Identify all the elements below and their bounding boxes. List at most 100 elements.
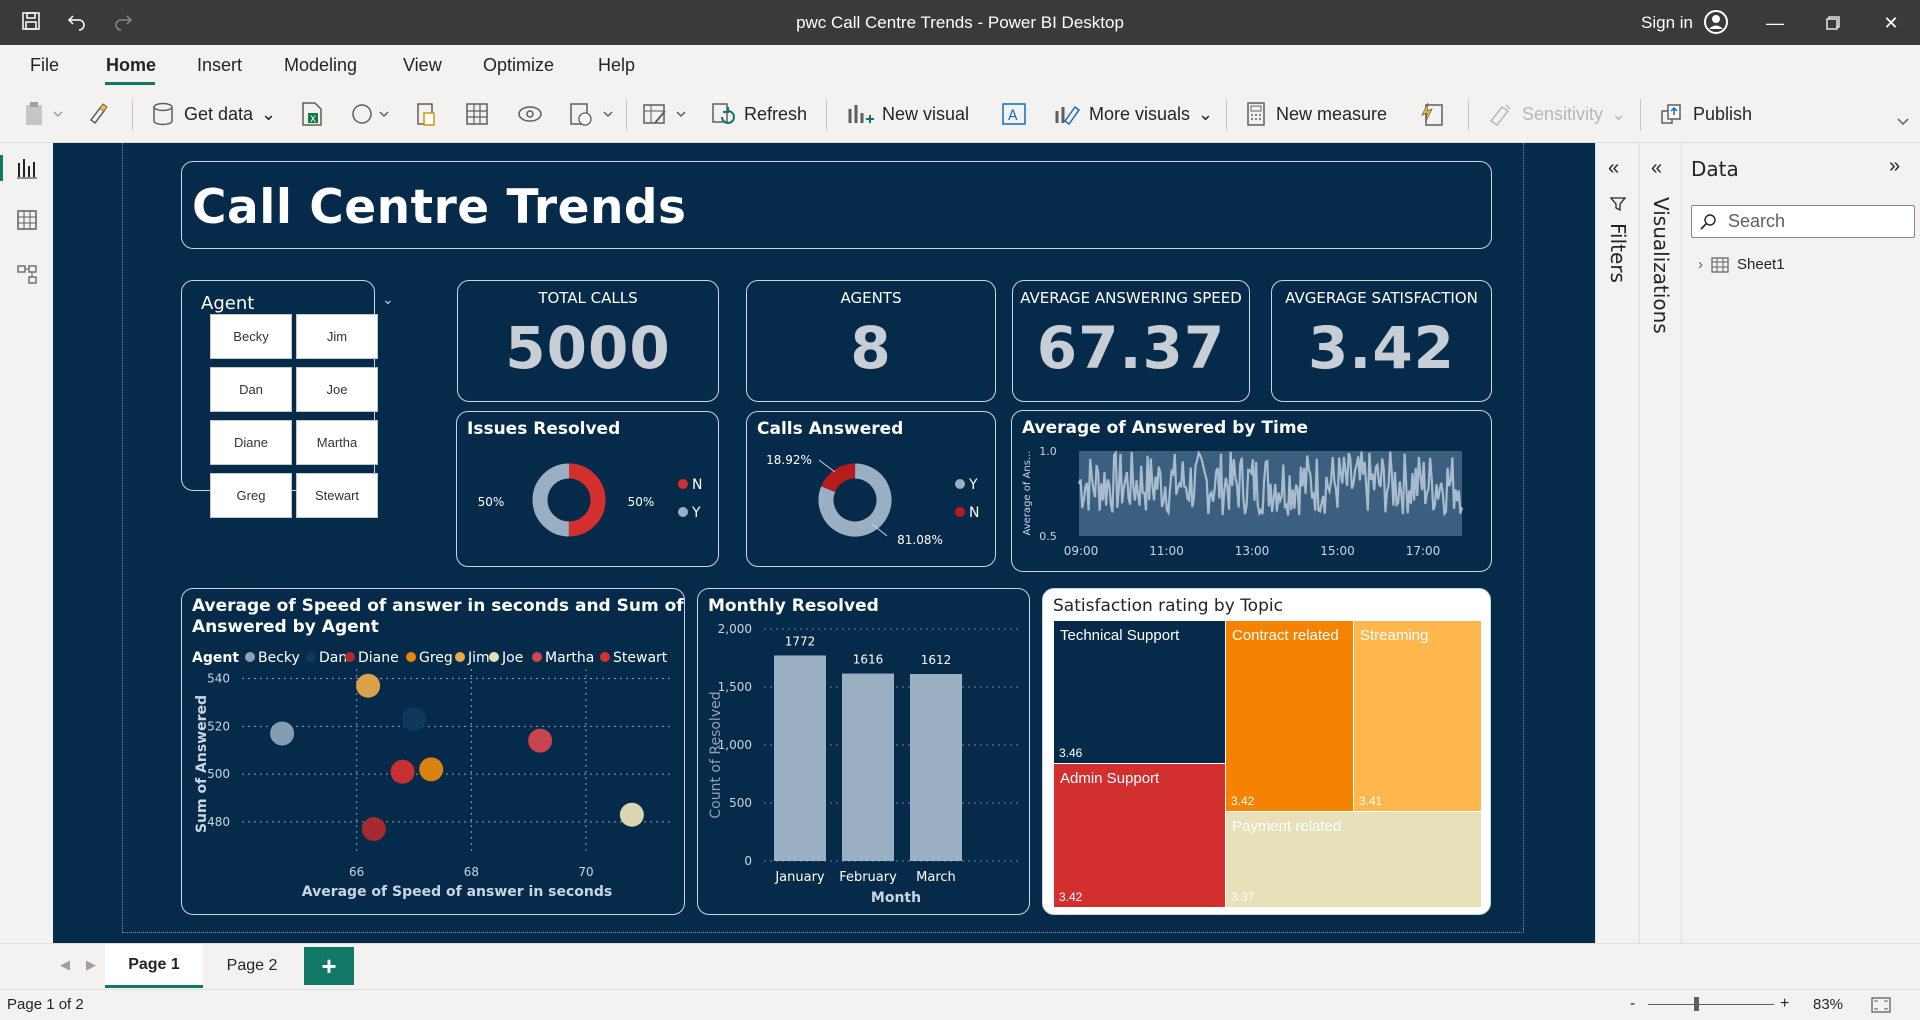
svg-text:X: X [310,115,316,125]
tab-page-2[interactable]: Page 2 [207,944,297,988]
format-painter-icon[interactable] [86,99,110,129]
menu-insert[interactable]: Insert [197,55,242,76]
slicer-item-joe[interactable]: Joe [296,367,378,412]
zoom-in-button[interactable]: + [1780,995,1789,1013]
slicer-item-jim[interactable]: Jim [296,314,378,359]
sign-in-link[interactable]: Sign in [1641,13,1693,33]
legend-item: Greg [419,650,453,666]
search-icon [1700,214,1716,230]
dataflow-icon[interactable] [516,99,544,129]
menu-home[interactable]: Home [106,55,156,76]
zoom-slider[interactable] [1648,1004,1774,1005]
treemap-label: Payment related [1232,818,1342,835]
new-visual-button[interactable]: New visual [846,99,969,129]
legend-marker [955,507,965,517]
more-visuals-button[interactable]: More visuals ⌄ [1053,99,1213,129]
refresh-label: Refresh [744,103,808,124]
new-measure-button[interactable]: New measure [1244,99,1387,129]
refresh-button[interactable]: Refresh [710,99,807,129]
speed-vs-answered-chart[interactable]: Average of Speed of answer in seconds an… [181,588,685,915]
data-table-item[interactable]: › Sheet1 [1698,256,1785,273]
scroll-right-icon[interactable]: ▶ [86,957,96,973]
satisfaction-by-topic-chart[interactable]: Satisfaction rating by Topic Technical S… [1042,588,1491,915]
menu-view[interactable]: View [403,55,442,76]
menu-help[interactable]: Help [598,55,635,76]
legend-marker [245,652,255,662]
menu-optimize[interactable]: Optimize [483,55,554,76]
restore-icon[interactable] [1808,8,1858,38]
quick-measure-icon[interactable] [1420,99,1446,129]
get-data-button[interactable]: Get data ⌄ [150,99,276,129]
chevron-right-icon[interactable]: › [1698,256,1703,273]
slicer-item-stewart[interactable]: Stewart [296,473,378,518]
text-box-icon[interactable]: A [1001,99,1027,129]
onelake-hub-icon[interactable] [350,99,390,129]
kpi-average-answering-speed[interactable]: AVERAGE ANSWERING SPEED 67.37 [1012,280,1250,402]
legend-item: Joe [501,650,523,666]
slicer-item-martha[interactable]: Martha [296,420,378,465]
menu-file[interactable]: File [30,55,59,76]
collapse-data-icon[interactable]: » [1889,155,1900,178]
x-tick-label: March [916,870,956,885]
transform-data-button[interactable] [641,99,689,129]
x-tick-label: 70 [578,865,593,879]
treemap-tile[interactable]: Technical Support 3.46 [1054,621,1225,763]
treemap-tile[interactable]: Admin Support 3.42 [1054,764,1225,907]
kpi-total-calls[interactable]: TOTAL CALLS 5000 [457,280,719,402]
treemap-value: 3.46 [1059,746,1083,760]
close-icon[interactable]: ✕ [1866,8,1916,38]
filters-pane-label: Filters [1606,223,1630,283]
monthly-resolved-chart[interactable]: Monthly Resolved 0 500 1,000 1,500 2,000 1772… [697,588,1030,915]
legend-item: Martha [545,650,594,666]
zoom-slider-thumb[interactable] [1694,997,1699,1011]
slicer-item-becky[interactable]: Becky [210,314,292,359]
treemap-tile[interactable]: Contract related 3.42 [1226,621,1353,811]
window-title: pwc Call Centre Trends - Power BI Deskto… [796,13,1124,32]
y-tick-label: 500 [207,767,230,781]
scroll-left-icon[interactable]: ◀ [60,957,70,973]
chevron-down-icon: ⌄ [1198,103,1214,124]
zoom-out-button[interactable]: - [1630,995,1635,1013]
treemap-tile[interactable]: Streaming 3.41 [1354,621,1481,811]
tab-page-1[interactable]: Page 1 [105,944,203,988]
slicer-item-diane[interactable]: Diane [210,420,292,465]
calls-answered-chart[interactable]: Calls Answered 18.92% 81.08% Y N [746,411,996,567]
enter-data-icon[interactable] [464,99,490,129]
treemap-tile[interactable]: Payment related 3.37 [1226,812,1481,907]
svg-text:A: A [1008,108,1018,124]
collapse-visualizations-icon[interactable]: « [1651,157,1662,180]
publish-button[interactable]: Publish [1659,99,1752,129]
model-view-icon[interactable] [14,261,40,287]
excel-icon[interactable]: X [300,99,324,129]
sensitivity-button[interactable]: Sensitivity ⌄ [1488,99,1626,129]
table-view-icon[interactable] [14,207,40,233]
visualizations-pane[interactable]: « Visualizations [1639,143,1681,943]
slicer-item-greg[interactable]: Greg [210,473,292,518]
account-icon[interactable] [1703,9,1729,35]
x-tick-label: January [774,870,825,885]
paste-button[interactable] [24,99,64,129]
minimize-icon[interactable]: — [1750,8,1800,38]
menu-modeling[interactable]: Modeling [284,55,357,76]
y-tick-label: 1.0 [1039,445,1057,458]
dataverse-icon[interactable] [414,99,438,129]
report-view-icon[interactable] [14,155,40,181]
issues-resolved-chart[interactable]: Issues Resolved 50% 50% N Y [456,411,719,567]
collapse-ribbon-icon[interactable] [1896,107,1910,137]
legend-item: N [969,505,979,521]
kpi-value: 8 [850,314,892,382]
satisfaction-treemap: Technical Support 3.46 Admin Support 3.42 Co… [1054,621,1481,907]
slicer-item-dan[interactable]: Dan [210,367,292,412]
kpi-agents[interactable]: AGENTS 8 [746,280,996,402]
fit-to-page-icon[interactable] [1871,996,1891,1014]
add-page-button[interactable]: + [304,947,354,985]
data-search-input[interactable]: Search [1691,205,1915,238]
collapse-filters-icon[interactable]: « [1608,157,1619,180]
recent-sources-icon[interactable] [568,99,614,129]
chevron-down-icon[interactable]: ⌄ [382,291,394,308]
answered-by-time-chart[interactable]: Average of Answered by Time 1.0 0.5 Averag… [1011,410,1492,572]
filters-pane[interactable]: « Filters [1595,143,1639,943]
treemap-label: Streaming [1360,627,1429,644]
x-tick-label: 17:00 [1406,544,1441,558]
kpi-average-satisfaction[interactable]: AVGERAGE SATISFACTION 3.42 [1271,280,1492,402]
